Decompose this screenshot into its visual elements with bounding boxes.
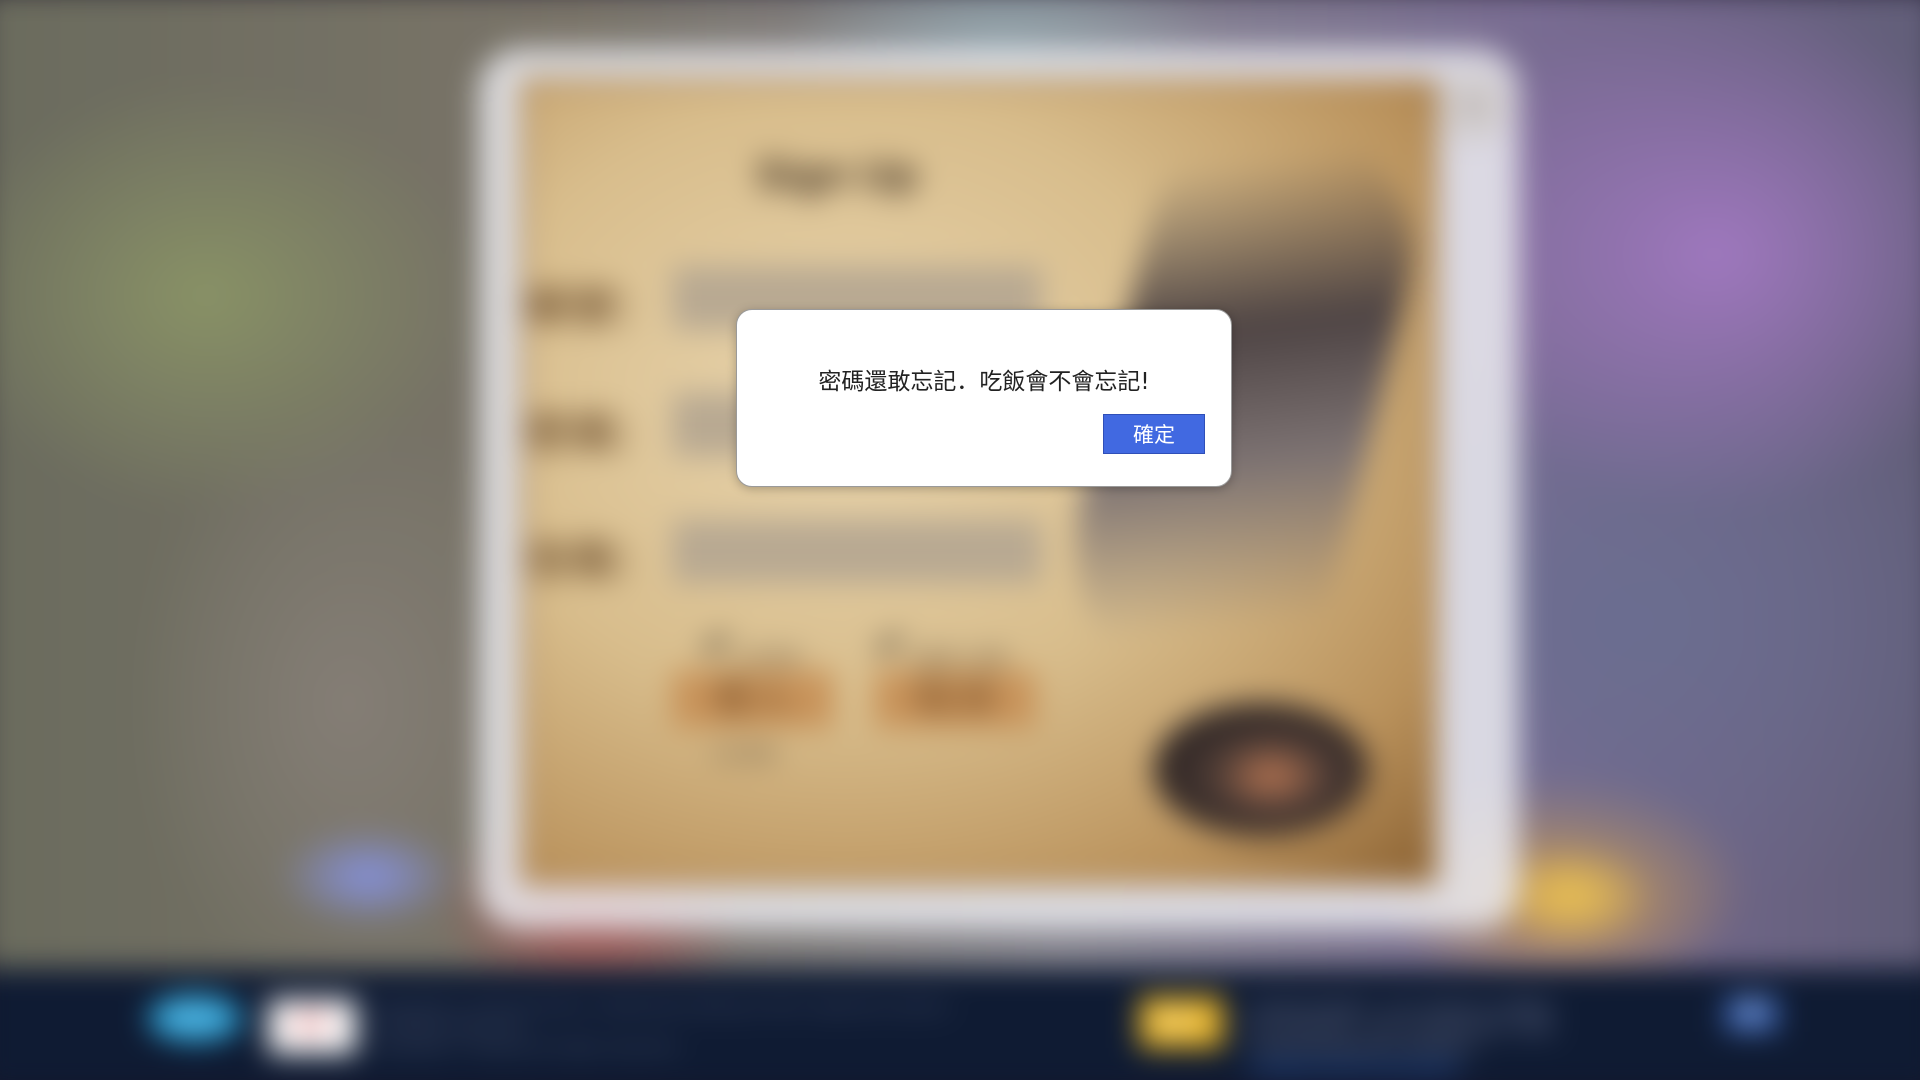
facebook-icon[interactable]: f xyxy=(1725,996,1779,1032)
blurred-background-layer: × Sign Up 帳號： 密碼： 信箱： ✔ 記住帳號 ✔ 自動登入遊戲 登入… xyxy=(0,0,1920,1080)
email-label: 信箱： xyxy=(525,534,661,587)
close-icon[interactable]: × xyxy=(1439,70,1509,141)
confirm-button[interactable]: 確定 xyxy=(1103,414,1205,454)
partner-logo-yahoo[interactable]: Yahoo xyxy=(148,994,242,1042)
terms-link[interactable]: 本遊戲使用者條款及隱私權政策 xyxy=(1246,1060,1460,1078)
remember-account-check-icon[interactable]: ✔ xyxy=(701,622,733,667)
cancel-button[interactable]: 取消 xyxy=(874,670,1036,728)
footer-copyright-line-2: All Rights Reserved. xyxy=(372,1017,526,1036)
footer-copyright-line-3: Copyright © Yakuaki All rights reserved. xyxy=(372,1037,680,1057)
game-login-page: × Sign Up 帳號： 密碼： 信箱： ✔ 記住帳號 ✔ 自動登入遊戲 登入… xyxy=(0,0,1920,1080)
remember-account-label: 記住帳號 xyxy=(735,648,801,668)
forgot-password-link[interactable]: 忘記密碼 xyxy=(711,740,776,764)
email-input[interactable] xyxy=(672,519,1042,583)
alert-message: 密碼還敢忘記．吃飯會不會忘記! xyxy=(818,369,1150,395)
password-label: 密碼： xyxy=(525,408,661,461)
account-label: 帳號： xyxy=(525,281,661,334)
footer-notice-line-2: 請注意遊戲時間，避免沉迷遊戲影響身心健康。 xyxy=(1245,1019,1567,1038)
partner-logo-f7[interactable]: F7 xyxy=(268,999,357,1055)
alert-dialog: 密碼還敢忘記．吃飯會不會忘記! 確定 xyxy=(736,309,1232,487)
age-rating-badge: 12+ xyxy=(1139,996,1224,1048)
footer-notice-link-row: 本遊戲使用者條款及隱私權政策 xyxy=(1246,1058,1460,1079)
footer-notice-line-1: 本遊戲為免費遊戲，部分內容需另行付費購買。 xyxy=(1245,999,1567,1018)
signup-title: Sign Up xyxy=(756,150,918,199)
auto-login-label: 自動登入遊戲 xyxy=(909,648,1007,668)
inkwell-decoration xyxy=(1153,703,1368,836)
auto-login-check-icon[interactable]: ✔ xyxy=(874,622,906,667)
footer-copyright-line-1: Copyright © Gaming Online. Trademarks be… xyxy=(372,996,953,1016)
login-button[interactable]: 登入 xyxy=(672,670,834,728)
footer-notice-line-3: 本遊戲依據遊戲軟體分級管理辦法。 xyxy=(1245,1039,1491,1059)
